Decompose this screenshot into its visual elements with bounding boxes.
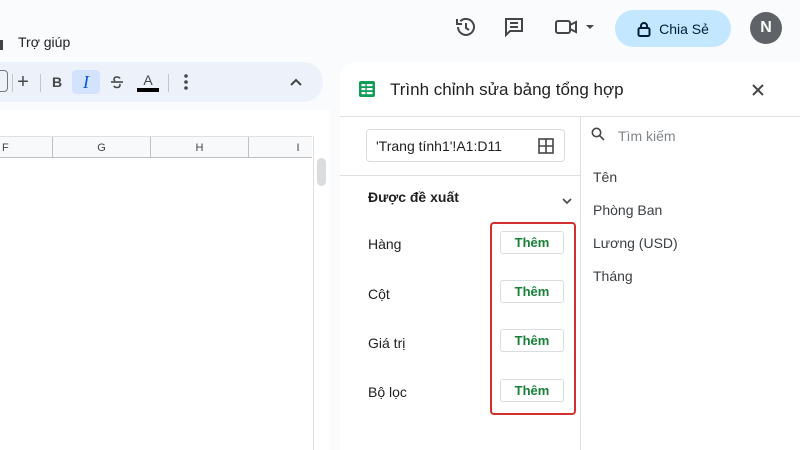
vertical-scrollbar[interactable] — [313, 136, 330, 450]
italic-button[interactable]: I — [72, 70, 100, 94]
select-range-grid-icon[interactable] — [538, 138, 554, 159]
menu-item-fragment — [0, 40, 3, 50]
field-item-name[interactable]: Tên — [593, 169, 617, 185]
text-color-button[interactable]: A — [136, 70, 160, 94]
toolbar-divider — [40, 74, 41, 92]
pivot-table-editor-panel: Trình chỉnh sửa bảng tổng hợp 'Trang tín… — [340, 62, 800, 450]
share-label: Chia Sẻ — [659, 20, 709, 37]
meet-video-icon[interactable] — [552, 13, 596, 41]
font-size-input-fragment[interactable] — [0, 70, 8, 92]
column-header-g[interactable]: G — [53, 137, 151, 158]
highlight-box — [490, 222, 576, 415]
collapse-menu-chevron-up-icon[interactable] — [286, 70, 306, 94]
data-range-field[interactable]: 'Trang tính1'!A1:D11 — [366, 129, 565, 162]
column-header-i[interactable]: I — [249, 137, 347, 158]
field-item-month[interactable]: Tháng — [593, 268, 633, 284]
share-button[interactable]: Chia Sẻ — [615, 10, 731, 47]
columns-label: Cột — [368, 286, 390, 302]
avatar[interactable]: N — [750, 12, 782, 44]
sheets-table-icon — [358, 80, 376, 103]
field-item-salary[interactable]: Lương (USD) — [593, 235, 678, 251]
section-divider — [340, 175, 580, 176]
column-header-row: F G H I — [0, 136, 312, 158]
column-header-f[interactable]: F — [0, 137, 53, 158]
top-bar: Trợ giúp Chia Sẻ N — [0, 0, 800, 60]
scrollbar-thumb[interactable] — [317, 158, 326, 186]
menu-item-help[interactable]: Trợ giúp — [18, 34, 70, 50]
formatting-toolbar: + B I A — [0, 62, 323, 102]
toolbar-divider — [168, 74, 169, 92]
more-options-icon[interactable] — [176, 70, 196, 94]
lock-icon — [637, 21, 651, 37]
column-header-h[interactable]: H — [151, 137, 249, 158]
filters-label: Bộ lọc — [368, 384, 407, 400]
suggested-section-header[interactable]: Được đề xuất — [368, 189, 459, 205]
panel-header-divider — [340, 116, 800, 117]
panel-title: Trình chỉnh sửa bảng tổng hợp — [390, 80, 624, 99]
increase-font-size-button[interactable]: + — [12, 70, 34, 94]
data-range-value: 'Trang tính1'!A1:D11 — [376, 138, 502, 154]
close-icon[interactable] — [748, 80, 768, 100]
version-history-icon[interactable] — [452, 13, 480, 41]
rows-label: Hàng — [368, 236, 402, 252]
search-icon — [591, 127, 605, 146]
text-color-swatch — [137, 87, 159, 92]
field-search-input[interactable] — [616, 126, 786, 146]
strikethrough-icon[interactable] — [106, 70, 128, 94]
sheet-grid[interactable]: F G H I — [0, 110, 330, 450]
comment-icon[interactable] — [500, 13, 528, 41]
field-item-department[interactable]: Phòng Ban — [593, 202, 662, 218]
bold-button[interactable]: B — [46, 70, 68, 94]
values-label: Giá trị — [368, 335, 406, 351]
chevron-down-icon[interactable] — [562, 192, 572, 210]
panel-column-divider — [580, 117, 581, 450]
text-color-glyph: A — [143, 71, 153, 88]
